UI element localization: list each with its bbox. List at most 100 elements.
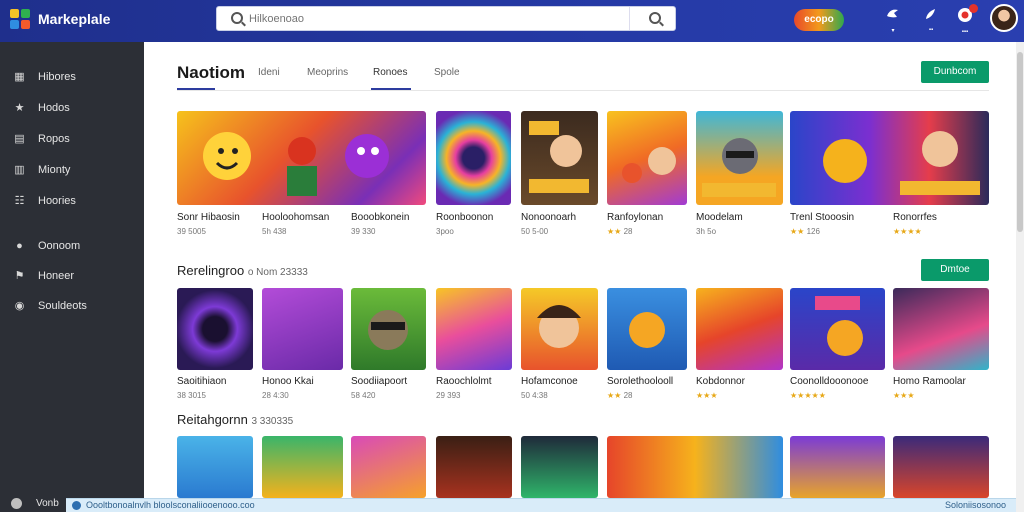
promo-badge[interactable]: ecopo	[794, 9, 844, 31]
game-thumbnail[interactable]	[521, 111, 598, 205]
game-thumbnail[interactable]	[607, 436, 783, 498]
cart-icon: ▤	[14, 133, 25, 145]
sidebar-item-label: Mionty	[38, 164, 71, 176]
game-title[interactable]: Sorolethoolooll	[607, 376, 673, 387]
game-title[interactable]: Kobdonnor	[696, 376, 745, 387]
game-thumbnail[interactable]	[790, 111, 989, 205]
info-icon: ◉	[14, 300, 25, 312]
game-thumbnail[interactable]	[790, 436, 885, 498]
game-thumbnail[interactable]	[607, 111, 687, 205]
game-title[interactable]: Ronorrfes	[893, 212, 937, 223]
game-title[interactable]: Trenl Stooosin	[790, 212, 854, 223]
game-thumbnail[interactable]	[436, 111, 511, 205]
apps-icon[interactable]: ▾	[880, 6, 906, 36]
game-thumbnail[interactable]	[893, 436, 989, 498]
sidebar-item-label: Honeer	[38, 270, 75, 282]
game-thumbnail[interactable]	[351, 436, 426, 498]
game-art	[368, 310, 408, 350]
game-art	[815, 296, 863, 356]
sidebar-item-library[interactable]: ▦ Hibores	[0, 67, 144, 89]
game-title[interactable]: Hofamconoe	[521, 376, 578, 387]
game-meta: 58 420	[351, 391, 376, 400]
game-thumbnail[interactable]	[607, 288, 687, 370]
game-title[interactable]: Booobkonein	[351, 212, 409, 223]
sidebar-item-activity[interactable]: ▥ Mionty	[0, 160, 144, 182]
primary-action-button[interactable]: Dunbcom	[921, 61, 989, 83]
sidebar-item-favorites[interactable]: ★ Hodos	[0, 98, 144, 120]
game-meta: 28 4:30	[262, 391, 289, 400]
game-title[interactable]: Hooloohomsan	[262, 212, 329, 223]
game-thumbnail[interactable]	[521, 436, 598, 498]
sidebar-item-label: Hodos	[38, 102, 70, 114]
rating-stars: ★★★	[893, 391, 915, 400]
account-icon	[11, 498, 22, 509]
game-thumbnail[interactable]	[351, 288, 426, 370]
tab-spole[interactable]: Spole	[434, 67, 460, 97]
game-title[interactable]: Ranfoylonan	[607, 212, 663, 223]
gift-icon[interactable]: ▪▪▪	[952, 4, 978, 36]
rating-count: 126	[806, 227, 820, 236]
game-thumbnail[interactable]	[262, 288, 343, 370]
game-thumbnail[interactable]	[790, 288, 885, 370]
section-title-text: Reitahgornn	[177, 412, 248, 427]
tab-ideni[interactable]: Ideni	[258, 67, 280, 97]
game-thumbnail[interactable]	[177, 288, 253, 370]
tab-meoprins[interactable]: Meoprins	[307, 67, 348, 97]
section-action-button[interactable]: Dmtoe	[921, 259, 989, 281]
game-thumbnail[interactable]	[177, 111, 426, 205]
sidebar-footer-label: Vonb	[36, 498, 59, 509]
game-thumbnail[interactable]	[436, 436, 512, 498]
game-meta: ★★ 28	[607, 227, 632, 236]
brand-name[interactable]: Markeplale	[38, 11, 110, 27]
status-right-text: Soloniisosonoo	[944, 500, 1006, 510]
rating-count: 28	[623, 391, 633, 400]
sidebar-item-label: Hibores	[38, 71, 76, 83]
rating-count: 28	[623, 227, 633, 236]
game-thumbnail[interactable]	[436, 288, 512, 370]
game-title[interactable]: Homo Ramoolar	[893, 376, 966, 387]
tab-ronoes[interactable]: Ronoes	[373, 67, 407, 97]
search-input[interactable]	[249, 11, 629, 27]
game-title[interactable]: Coonolldooonooe	[790, 376, 868, 387]
game-art	[823, 131, 980, 195]
rating-stars: ★★	[790, 227, 805, 236]
game-title[interactable]: Soodiiapoort	[351, 376, 407, 387]
rating-stars: ★★	[607, 227, 622, 236]
user-avatar[interactable]	[990, 4, 1018, 32]
scrollbar[interactable]	[1016, 42, 1024, 512]
rocket-shape-icon	[926, 9, 935, 19]
app-logo-icon[interactable]	[8, 7, 32, 31]
search-submit-button[interactable]	[643, 11, 667, 27]
game-title[interactable]: Sonr Hibaosin	[177, 212, 240, 223]
game-title[interactable]: Moodelam	[696, 212, 743, 223]
game-title[interactable]: Roonboonon	[436, 212, 493, 223]
rocket-icon[interactable]: ▪▪	[918, 6, 944, 36]
game-art	[629, 312, 665, 348]
sidebar-footer[interactable]: Vonb	[8, 496, 68, 512]
status-bar: Oooltbonoalnvlh bloolsconaliiooenooo.coo…	[66, 498, 1016, 512]
game-thumbnail[interactable]	[696, 288, 783, 370]
section-count: 3 330335	[251, 416, 294, 427]
game-title[interactable]: Raoochlolmt	[436, 376, 492, 387]
sidebar-item-store[interactable]: ▤ Ropos	[0, 129, 144, 151]
sidebar-item-friends[interactable]: ☷ Hoories	[0, 191, 144, 213]
status-url: Oooltbonoalnvlh bloolsconaliiooenooo.coo	[86, 500, 255, 510]
game-thumbnail[interactable]	[893, 288, 989, 370]
sidebar-item-reports[interactable]: ⚑ Honeer	[0, 266, 144, 288]
sidebar-item-settings[interactable]: ◉ Souldeots	[0, 296, 144, 318]
game-title[interactable]: Honoo Kkai	[262, 376, 314, 387]
library-icon: ▦	[14, 71, 25, 83]
rating-stars: ★★	[607, 391, 622, 400]
game-thumbnail[interactable]	[177, 436, 253, 498]
search-bar[interactable]	[216, 6, 676, 31]
game-title[interactable]: Saoitihiaon	[177, 376, 226, 387]
game-thumbnail[interactable]	[696, 111, 783, 205]
scrollbar-thumb[interactable]	[1017, 52, 1023, 232]
sidebar-item-chat[interactable]: ● Oonoom	[0, 236, 144, 258]
game-title[interactable]: Nonoonoarh	[521, 212, 576, 223]
game-meta: 50 5-00	[521, 227, 549, 236]
game-thumbnail[interactable]	[262, 436, 343, 498]
game-thumbnail[interactable]	[521, 288, 598, 370]
people-icon: ☷	[14, 195, 25, 207]
top-bar: Markeplale ecopo ▾ ▪▪ ▪▪▪	[0, 0, 1024, 42]
